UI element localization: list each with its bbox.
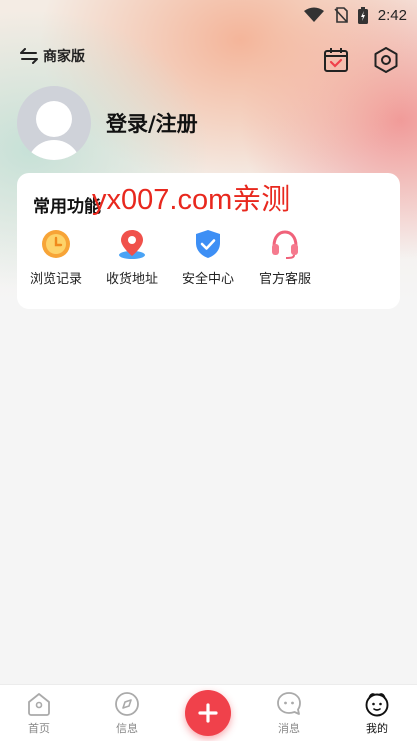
login-register-link[interactable]: 登录/注册 <box>106 108 198 138</box>
no-sim-icon <box>334 7 348 23</box>
feature-label: 官方客服 <box>258 272 311 287</box>
card-title: 常用功能 <box>33 197 101 217</box>
location-pin-icon <box>119 230 145 259</box>
history-clock-icon <box>42 230 70 258</box>
watermark-text: yx007.com亲测 <box>92 184 291 216</box>
status-bar: 2:42 <box>0 0 417 30</box>
feature-security[interactable]: 安全中心 <box>173 228 243 287</box>
calendar-checkin-button[interactable] <box>322 46 350 74</box>
battery-icon <box>357 6 368 24</box>
feature-history[interactable]: 浏览记录 <box>21 228 91 287</box>
tab-label: 我的 <box>366 722 388 735</box>
merchant-switch[interactable]: 商家版 <box>20 46 85 66</box>
face-icon <box>365 693 389 717</box>
tab-messages[interactable]: 消息 <box>259 691 319 736</box>
settings-button[interactable] <box>372 46 400 74</box>
settings-hex-icon <box>374 47 398 73</box>
swap-arrows-icon <box>20 48 38 64</box>
avatar[interactable] <box>17 86 91 160</box>
headset-icon <box>272 230 298 259</box>
tab-label: 首页 <box>28 722 50 735</box>
calendar-check-icon <box>324 48 348 72</box>
avatar-head <box>36 101 72 137</box>
feature-label: 浏览记录 <box>29 272 82 287</box>
tab-label: 消息 <box>278 722 300 735</box>
merchant-label: 商家版 <box>43 49 85 65</box>
feature-label: 安全中心 <box>181 272 234 287</box>
feature-label: 收货地址 <box>105 272 158 287</box>
compass-icon <box>115 692 139 716</box>
tab-home[interactable]: 首页 <box>9 691 69 736</box>
tab-mine[interactable]: 我的 <box>347 691 407 736</box>
chat-icon <box>277 692 301 715</box>
plus-icon <box>198 703 218 723</box>
avatar-body <box>27 140 81 160</box>
tab-label: 信息 <box>116 722 138 735</box>
security-shield-icon <box>196 230 220 258</box>
home-icon <box>28 693 50 716</box>
status-time: 2:42 <box>377 6 407 24</box>
feature-service[interactable]: 官方客服 <box>250 228 320 287</box>
tab-info[interactable]: 信息 <box>97 691 157 736</box>
wifi-icon <box>303 7 324 22</box>
feature-address[interactable]: 收货地址 <box>97 228 167 287</box>
publish-button[interactable] <box>185 690 231 736</box>
